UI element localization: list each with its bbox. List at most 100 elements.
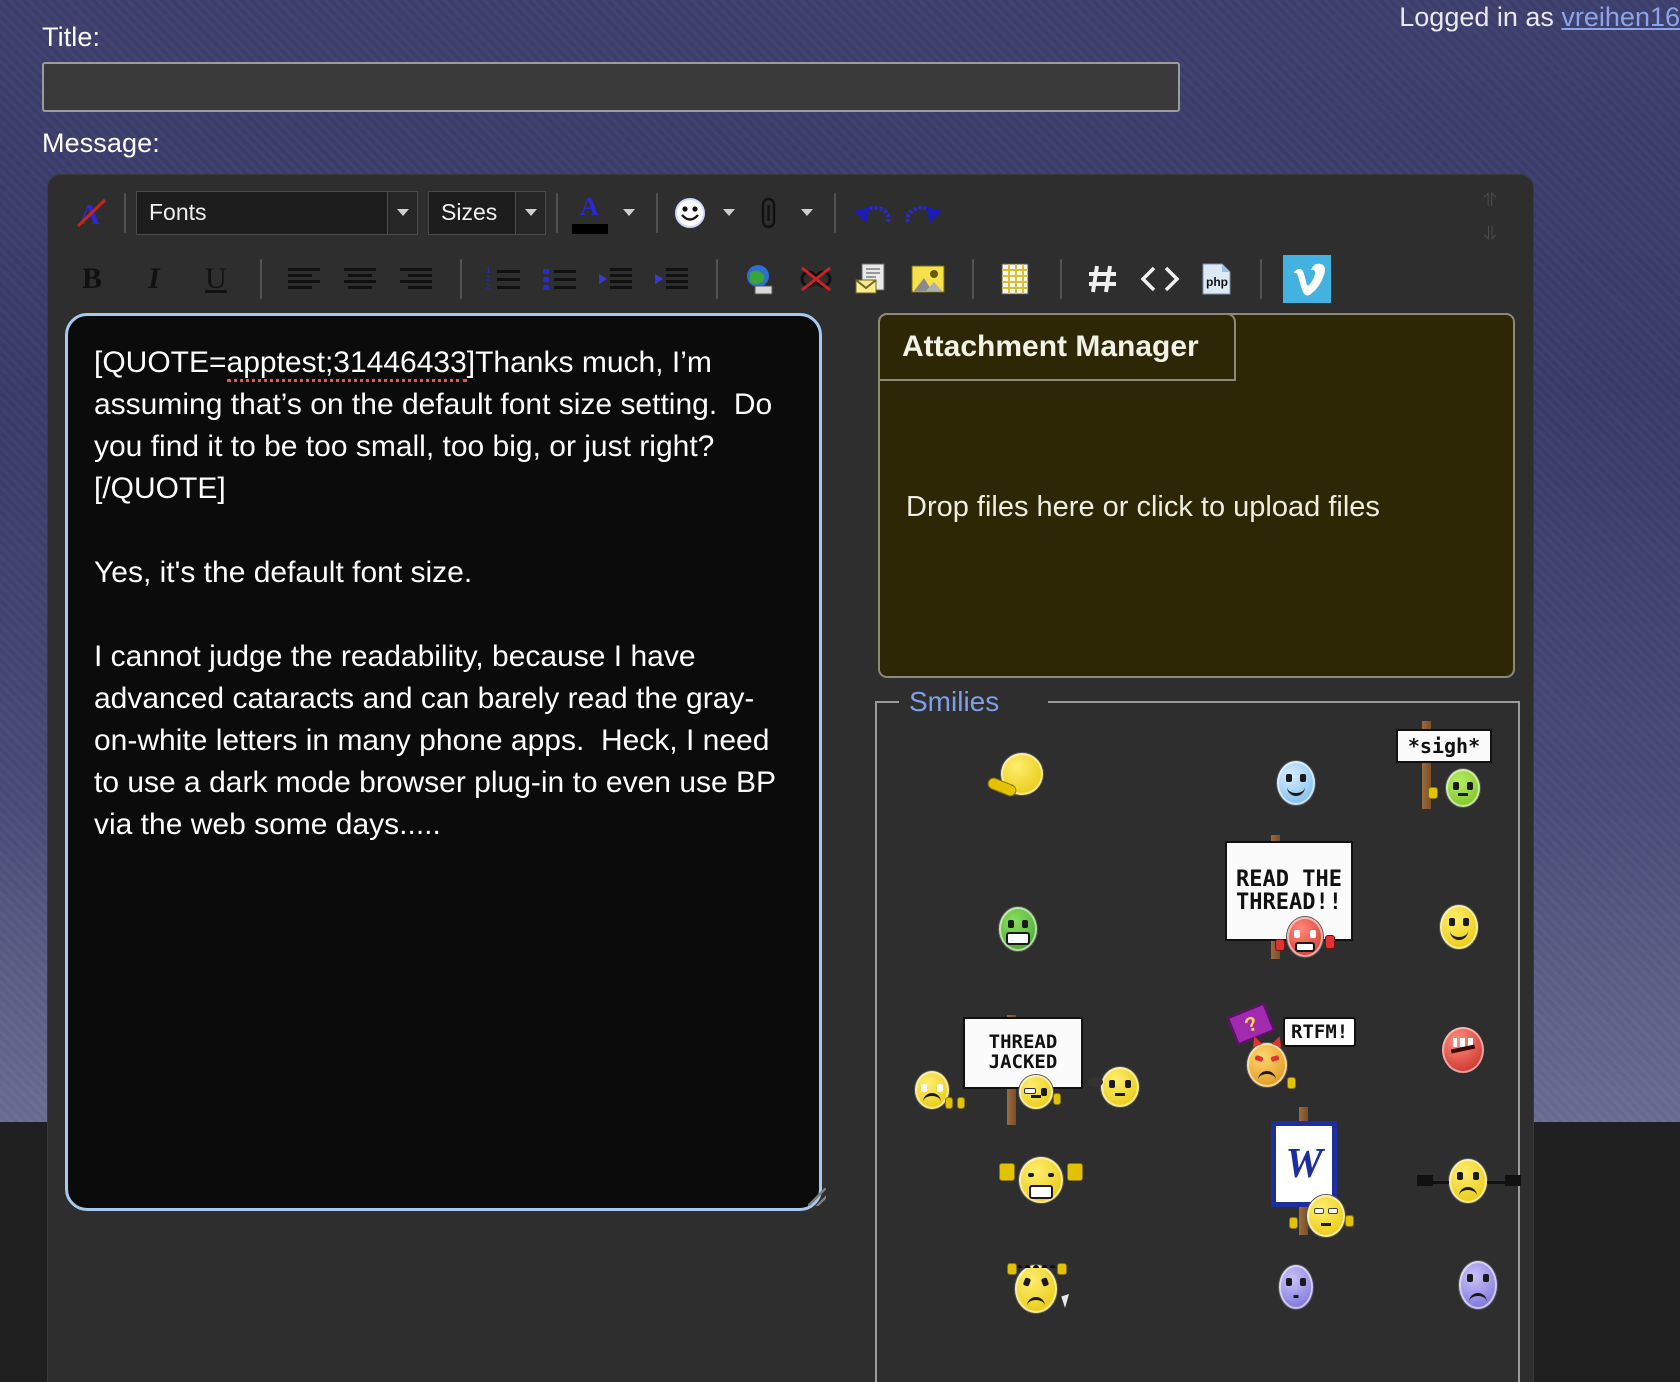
indent-button[interactable] [650, 257, 694, 301]
eye-icon [1286, 774, 1292, 782]
login-prefix-text: Logged in as [1399, 2, 1562, 32]
eye-icon [1467, 1274, 1473, 1282]
plug-icon [1417, 1175, 1433, 1186]
title-input[interactable] [42, 62, 1180, 112]
eye-icon [1109, 1080, 1115, 1088]
eye-icon [1041, 1088, 1047, 1096]
smilie-smile[interactable] [1440, 905, 1478, 949]
mouth-icon [1258, 1071, 1276, 1080]
eye-icon [1310, 930, 1316, 938]
toolbar-separator [656, 192, 658, 233]
eye-icon [921, 1084, 927, 1092]
undo-icon[interactable] [846, 191, 898, 235]
smilie-applause[interactable] [993, 1153, 1089, 1213]
toolbar-separator [460, 259, 462, 299]
align-right-icon [400, 268, 432, 289]
mouth-icon [1295, 942, 1315, 952]
smilie-purple-blank[interactable] [1279, 1265, 1313, 1309]
smilie-icon[interactable] [668, 191, 712, 235]
insert-html-icon[interactable] [1138, 257, 1182, 301]
fonts-select-arrow[interactable] [388, 190, 418, 235]
toolbar-separator [1260, 259, 1262, 299]
toolbar-scroll-down-icon[interactable]: ⥥ [1475, 225, 1505, 244]
smilie-word-sign[interactable]: W [1251, 1107, 1371, 1237]
unordered-list-button[interactable] [538, 257, 582, 301]
chevron-down-icon [801, 209, 813, 216]
smilie-purple-sad[interactable] [1459, 1261, 1497, 1309]
editor-toolbar-row-1: A Fonts Sizes A [48, 175, 1533, 250]
smilie-read-the-thread[interactable]: READ THE THREAD!! [1225, 831, 1385, 961]
insert-code-icon[interactable] [1082, 257, 1126, 301]
insert-vimeo-icon[interactable] [1282, 254, 1332, 304]
smilie-facepalm[interactable] [985, 751, 1047, 807]
underline-button[interactable]: U [194, 257, 238, 301]
smilie-thread-jacked[interactable]: THREAD JACKED [915, 1005, 1155, 1125]
remove-formatting-icon[interactable]: A [70, 191, 114, 235]
hand-icon [1067, 1163, 1083, 1181]
align-center-button[interactable] [338, 257, 382, 301]
align-left-button[interactable] [282, 257, 326, 301]
attachment-dropzone-text[interactable]: Drop files here or click to upload files [880, 491, 1513, 524]
svg-text:3: 3 [486, 282, 491, 291]
insert-email-icon[interactable] [850, 257, 894, 301]
speech-marks-icon [1087, 1077, 1103, 1087]
toolbar-scroll-up-icon[interactable]: ⥣ [1475, 191, 1505, 210]
hand-icon [999, 1163, 1015, 1181]
hand-icon [1057, 1263, 1067, 1275]
eye-icon [1024, 1088, 1036, 1094]
eye-icon [1048, 1173, 1054, 1177]
font-color-swatch [572, 223, 608, 234]
smilie-dropdown-arrow[interactable] [712, 191, 746, 235]
insert-image-icon[interactable] [906, 257, 950, 301]
insert-php-icon[interactable]: php [1194, 257, 1240, 301]
hand-icon [1275, 939, 1285, 951]
message-textarea[interactable]: [QUOTE=apptest;31446433]Thanks much, I’m… [65, 313, 822, 1211]
eye-icon [1125, 1080, 1131, 1088]
quote-close-text: ] [466, 346, 476, 379]
redo-icon[interactable] [898, 191, 950, 235]
outdent-button[interactable] [594, 257, 638, 301]
insert-link-icon[interactable] [738, 257, 782, 301]
remove-link-icon[interactable] [794, 257, 838, 301]
sizes-select[interactable]: Sizes [428, 190, 516, 235]
attachment-icon[interactable] [746, 191, 790, 235]
mouth-icon [1293, 1295, 1299, 1298]
smilie-rtfm[interactable]: ? RTFM! [1225, 999, 1425, 1119]
attachment-manager-panel[interactable]: Attachment Manager Drop files here or cl… [878, 313, 1515, 678]
message-paragraph-2: Yes, it's the default font size. [94, 556, 473, 589]
ordered-list-button[interactable]: 123 [482, 257, 526, 301]
smilie-green-grin[interactable] [999, 907, 1037, 951]
smilie-mad-hair[interactable] [1005, 1251, 1077, 1321]
mouth-icon [923, 1093, 941, 1102]
eye-icon [1457, 1172, 1463, 1180]
mouth-icon [1029, 1185, 1053, 1199]
eye-icon [1294, 930, 1300, 938]
bold-button[interactable]: B [70, 257, 114, 301]
svg-text:php: php [1206, 275, 1228, 289]
toolbar-separator [834, 192, 836, 233]
smilie-sigh-sign[interactable]: *sigh* [1390, 721, 1500, 811]
sizes-select-arrow[interactable] [516, 190, 546, 235]
toolbar-separator [1060, 259, 1062, 299]
align-right-button[interactable] [394, 257, 438, 301]
logged-in-username-link[interactable]: vreihen16 [1561, 2, 1680, 32]
unordered-list-icon [543, 269, 576, 290]
login-status: Logged in as vreihen16 [1399, 2, 1680, 33]
textarea-resize-handle[interactable] [808, 1188, 826, 1206]
smilie-unplugged[interactable] [1417, 1157, 1521, 1209]
attachment-dropdown-arrow[interactable] [790, 191, 824, 235]
eye-icon [1300, 1278, 1306, 1286]
align-center-icon [344, 268, 376, 289]
hand-icon [1053, 1093, 1061, 1105]
italic-button[interactable]: I [132, 257, 176, 301]
insert-quote-icon[interactable] [994, 257, 1038, 301]
sign-text-line2: THREAD!! [1236, 890, 1342, 915]
fonts-select[interactable]: Fonts [136, 190, 388, 235]
font-color-icon[interactable]: A [568, 191, 612, 235]
toolbar-separator [972, 259, 974, 299]
smilie-cool-blue[interactable] [1277, 761, 1315, 805]
font-color-dropdown-arrow[interactable] [612, 191, 646, 235]
plug-icon [1505, 1175, 1521, 1186]
hand-icon [1287, 1077, 1296, 1089]
hand-icon [1345, 1215, 1354, 1227]
